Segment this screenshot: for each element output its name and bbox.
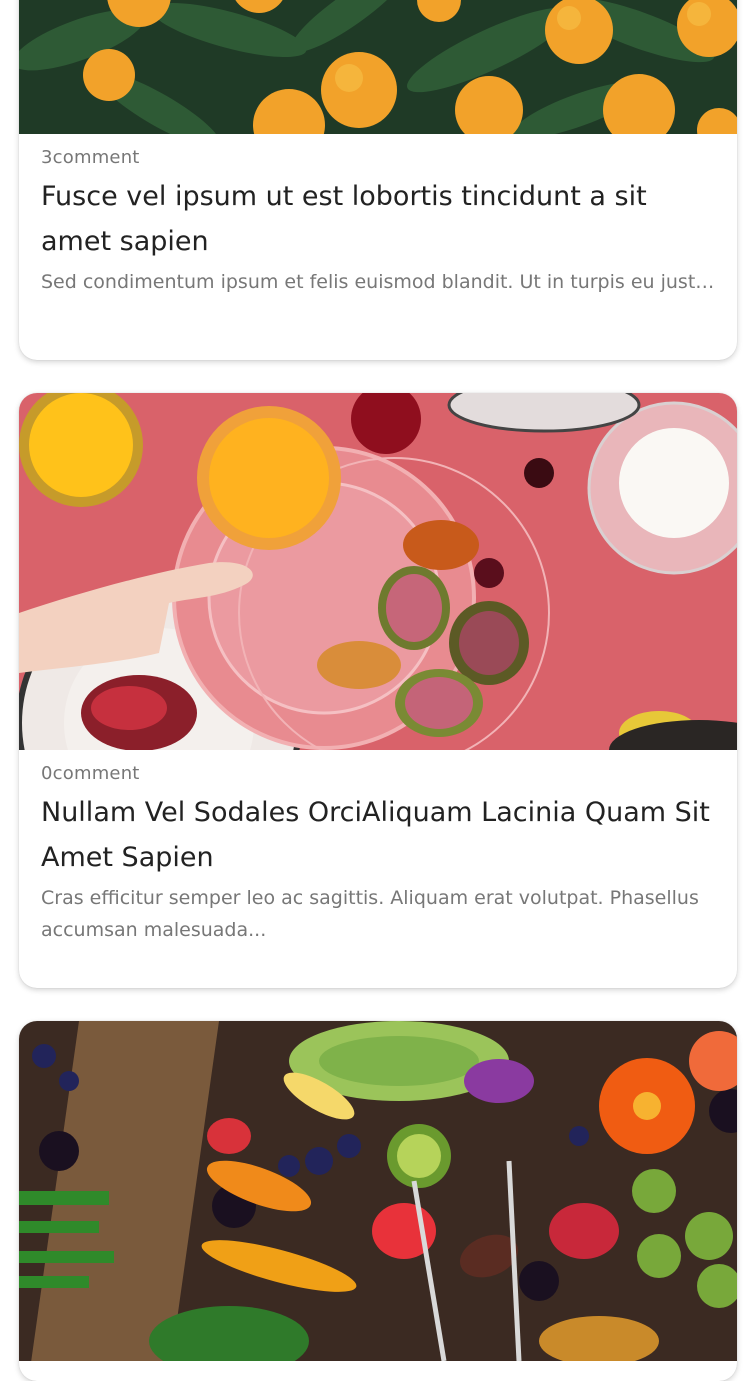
post-image[interactable] — [19, 1021, 737, 1361]
post-excerpt: Cras efficitur semper leo ac sagittis. A… — [41, 887, 699, 941]
post-card[interactable]: 0comment Nullam Vel Sodales OrciAliquam … — [19, 393, 737, 988]
post-title[interactable]: Nullam Vel Sodales OrciAliquam Lacinia Q… — [41, 790, 715, 880]
post-image[interactable] — [19, 0, 737, 134]
post-card[interactable] — [19, 1021, 737, 1381]
post-image[interactable] — [19, 393, 737, 750]
comment-count[interactable]: 3comment — [41, 146, 715, 170]
post-title[interactable]: Fusce vel ipsum ut est lobortis tincidun… — [41, 174, 715, 264]
comment-count[interactable]: 0comment — [41, 762, 715, 786]
post-card[interactable]: 3comment Fusce vel ipsum ut est lobortis… — [19, 0, 737, 360]
post-excerpt: Sed condimentum ipsum et felis euismod b… — [41, 271, 715, 293]
